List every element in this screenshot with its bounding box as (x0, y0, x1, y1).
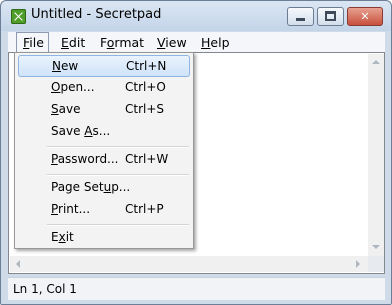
menu-bar: File Edit Format View Help (8, 32, 385, 52)
scroll-down-arrow-icon[interactable] (372, 245, 380, 249)
menu-item-shortcut: Ctrl+S (125, 102, 165, 116)
menu-item-password[interactable]: Password... Ctrl+W (18, 149, 190, 171)
scroll-right-arrow-icon[interactable] (356, 260, 360, 268)
window-title: Untitled - Secretpad (31, 7, 162, 22)
close-button[interactable]: ✕ (347, 7, 383, 26)
scroll-up-arrow-icon[interactable] (372, 60, 380, 64)
menu-help[interactable]: Help (201, 35, 230, 50)
menu-item-label: New (52, 59, 79, 73)
menu-item-label: Open... (51, 80, 95, 94)
minimize-icon (296, 18, 305, 21)
horizontal-scrollbar[interactable] (10, 256, 368, 272)
menu-item-label: Page Setup... (51, 180, 131, 194)
secretpad-app-icon[interactable] (11, 9, 26, 24)
cursor-position: Ln 1, Col 1 (13, 282, 77, 296)
menu-item-label: Password... (51, 152, 119, 166)
menu-separator (47, 174, 189, 176)
maximize-button[interactable] (317, 7, 344, 26)
maximize-icon (325, 11, 336, 21)
vertical-scrollbar[interactable] (368, 54, 384, 256)
scrollbar-corner (368, 256, 384, 272)
menu-item-label: Print... (51, 202, 91, 216)
minimize-button[interactable] (287, 7, 314, 26)
menu-item-label: Exit (51, 230, 74, 244)
file-menu-dropdown: New Ctrl+N Open... Ctrl+O Save Ctrl+S Sa… (14, 52, 194, 249)
menu-item-save-as[interactable]: Save As... (18, 121, 190, 143)
menu-item-shortcut: Ctrl+N (126, 59, 167, 73)
menu-separator (47, 224, 189, 226)
menu-item-save[interactable]: Save Ctrl+S (18, 99, 190, 121)
menu-format[interactable]: Format (100, 35, 144, 50)
menu-view[interactable]: View (157, 35, 187, 50)
menu-item-label: Save As... (51, 124, 111, 138)
menu-item-shortcut: Ctrl+W (125, 152, 169, 166)
menu-separator (47, 146, 189, 148)
app-window: Untitled - Secretpad ✕ File Edit Format … (0, 0, 392, 305)
menu-item-shortcut: Ctrl+O (125, 80, 166, 94)
menu-item-open[interactable]: Open... Ctrl+O (18, 77, 190, 99)
menu-item-shortcut: Ctrl+P (125, 202, 164, 216)
menu-item-print[interactable]: Print... Ctrl+P (18, 199, 190, 221)
menu-edit[interactable]: Edit (61, 35, 85, 50)
menu-item-new[interactable]: New Ctrl+N (18, 55, 190, 77)
menu-file[interactable]: File (16, 32, 49, 52)
scroll-left-arrow-icon[interactable] (16, 260, 20, 268)
close-icon: ✕ (360, 10, 370, 23)
menu-item-label: Save (51, 102, 81, 116)
menu-item-exit[interactable]: Exit (18, 227, 190, 249)
status-bar: Ln 1, Col 1 (8, 277, 385, 300)
title-bar[interactable]: Untitled - Secretpad ✕ (1, 1, 391, 31)
menu-item-page-setup[interactable]: Page Setup... (18, 177, 190, 199)
